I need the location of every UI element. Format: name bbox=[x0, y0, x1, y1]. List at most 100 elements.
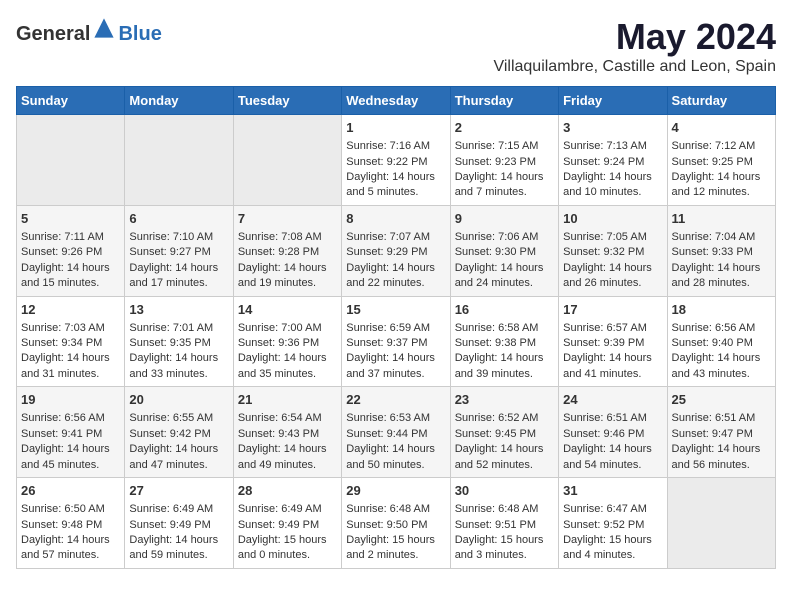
daylight-text: Daylight: 14 hours and 17 minutes. bbox=[129, 262, 218, 289]
sunrise-text: Sunrise: 7:04 AM bbox=[672, 231, 756, 243]
daylight-text: Daylight: 14 hours and 47 minutes. bbox=[129, 443, 218, 470]
table-row: 23 Sunrise: 6:52 AM Sunset: 9:45 PM Dayligh… bbox=[450, 387, 558, 478]
header-sunday: Sunday bbox=[17, 87, 125, 115]
day-number: 30 bbox=[455, 482, 554, 500]
day-number: 25 bbox=[672, 391, 771, 409]
day-number: 6 bbox=[129, 210, 228, 228]
day-number: 15 bbox=[346, 301, 445, 319]
daylight-text: Daylight: 15 hours and 2 minutes. bbox=[346, 534, 435, 561]
day-number: 3 bbox=[563, 119, 662, 137]
sunset-text: Sunset: 9:42 PM bbox=[129, 428, 210, 440]
table-row bbox=[17, 115, 125, 206]
table-row: 9Sunrise: 7:06 AMSunset: 9:30 PMDaylight… bbox=[450, 205, 558, 296]
daylight-text: Daylight: 14 hours and 15 minutes. bbox=[21, 262, 110, 289]
sunset-text: Sunset: 9:41 PM bbox=[21, 428, 102, 440]
sunset-text: Sunset: 9:25 PM bbox=[672, 156, 753, 168]
sunrise-text: Sunrise: 7:10 AM bbox=[129, 231, 213, 243]
sunset-text: Sunset: 9:23 PM bbox=[455, 156, 536, 168]
sunrise-text: Sunrise: 6:48 AM bbox=[346, 503, 430, 515]
header-saturday: Saturday bbox=[667, 87, 775, 115]
sunset-text: Sunset: 9:38 PM bbox=[455, 337, 536, 349]
month-title: May 2024 bbox=[493, 16, 776, 58]
daylight-text: Daylight: 14 hours and 33 minutes. bbox=[129, 352, 218, 379]
sunrise-text: Sunrise: 7:08 AM bbox=[238, 231, 322, 243]
table-row: 3Sunrise: 7:13 AMSunset: 9:24 PMDaylight… bbox=[559, 115, 667, 206]
table-row bbox=[233, 115, 341, 206]
sunset-text: Sunset: 9:34 PM bbox=[21, 337, 102, 349]
sunrise-text: Sunrise: 6:51 AM bbox=[563, 412, 647, 424]
sunset-text: Sunset: 9:49 PM bbox=[238, 519, 319, 531]
header-tuesday: Tuesday bbox=[233, 87, 341, 115]
table-row bbox=[125, 115, 233, 206]
daylight-text: Daylight: 14 hours and 12 minutes. bbox=[672, 171, 761, 198]
table-row: 4Sunrise: 7:12 AMSunset: 9:25 PMDaylight… bbox=[667, 115, 775, 206]
daylight-text: Daylight: 14 hours and 35 minutes. bbox=[238, 352, 327, 379]
sunrise-text: Sunrise: 6:53 AM bbox=[346, 412, 430, 424]
sunrise-text: Sunrise: 6:49 AM bbox=[238, 503, 322, 515]
day-number: 9 bbox=[455, 210, 554, 228]
daylight-text: Daylight: 15 hours and 4 minutes. bbox=[563, 534, 652, 561]
sunset-text: Sunset: 9:37 PM bbox=[346, 337, 427, 349]
location-title: Villaquilambre, Castille and Leon, Spain bbox=[493, 58, 776, 76]
day-number: 18 bbox=[672, 301, 771, 319]
day-number: 11 bbox=[672, 210, 771, 228]
table-row: 25Sunrise: 6:51 AMSunset: 9:47 PMDayligh… bbox=[667, 387, 775, 478]
table-row: 26Sunrise: 6:50 AMSunset: 9:48 PMDayligh… bbox=[17, 478, 125, 569]
day-number: 29 bbox=[346, 482, 445, 500]
day-number: 21 bbox=[238, 391, 337, 409]
daylight-text: Daylight: 14 hours and 59 minutes. bbox=[129, 534, 218, 561]
sunrise-text: Sunrise: 7:05 AM bbox=[563, 231, 647, 243]
daylight-text: Daylight: 14 hours and 19 minutes. bbox=[238, 262, 327, 289]
calendar-header-row: Sunday Monday Tuesday Wednesday Thursday… bbox=[17, 87, 776, 115]
sunset-text: Sunset: 9:29 PM bbox=[346, 246, 427, 258]
sunrise-text: Sunrise: 6:52 AM bbox=[455, 412, 539, 424]
sunset-text: Sunset: 9:32 PM bbox=[563, 246, 644, 258]
table-row: 22Sunrise: 6:53 AMSunset: 9:44 PMDayligh… bbox=[342, 387, 450, 478]
daylight-text: Daylight: 14 hours and 28 minutes. bbox=[672, 262, 761, 289]
header-thursday: Thursday bbox=[450, 87, 558, 115]
sunset-text: Sunset: 9:45 PM bbox=[455, 428, 536, 440]
sunset-text: Sunset: 9:28 PM bbox=[238, 246, 319, 258]
sunset-text: Sunset: 9:46 PM bbox=[563, 428, 644, 440]
table-row: 29 Sunrise: 6:48 AM Sunset: 9:50 PM Dayligh… bbox=[342, 478, 450, 569]
table-row: 2Sunrise: 7:15 AMSunset: 9:23 PMDaylight… bbox=[450, 115, 558, 206]
sunrise-text: Sunrise: 6:55 AM bbox=[129, 412, 213, 424]
sunset-text: Sunset: 9:24 PM bbox=[563, 156, 644, 168]
table-row: 10Sunrise: 7:05 AMSunset: 9:32 PMDayligh… bbox=[559, 205, 667, 296]
sunset-text: Sunset: 9:43 PM bbox=[238, 428, 319, 440]
calendar-week-row: 26Sunrise: 6:50 AMSunset: 9:48 PMDayligh… bbox=[17, 478, 776, 569]
daylight-text: Daylight: 14 hours and 31 minutes. bbox=[21, 352, 110, 379]
table-row: 11Sunrise: 7:04 AMSunset: 9:33 PMDayligh… bbox=[667, 205, 775, 296]
calendar-week-row: 12Sunrise: 7:03 AMSunset: 9:34 PMDayligh… bbox=[17, 296, 776, 387]
calendar-table: Sunday Monday Tuesday Wednesday Thursday… bbox=[16, 86, 776, 569]
calendar-week-row: 5Sunrise: 7:11 AMSunset: 9:26 PMDaylight… bbox=[17, 205, 776, 296]
day-number: 20 bbox=[129, 391, 228, 409]
daylight-text: Daylight: 14 hours and 45 minutes. bbox=[21, 443, 110, 470]
table-row: 20 Sunrise: 6:55 AM Sunset: 9:42 PM Dayligh… bbox=[125, 387, 233, 478]
sunrise-text: Sunrise: 7:16 AM bbox=[346, 140, 430, 152]
sunrise-text: Sunrise: 7:15 AM bbox=[455, 140, 539, 152]
title-block: May 2024 Villaquilambre, Castille and Le… bbox=[493, 16, 776, 76]
sunset-text: Sunset: 9:48 PM bbox=[21, 519, 102, 531]
day-number: 13 bbox=[129, 301, 228, 319]
sunset-text: Sunset: 9:50 PM bbox=[346, 519, 427, 531]
table-row: 31Sunrise: 6:47 AMSunset: 9:52 PMDayligh… bbox=[559, 478, 667, 569]
table-row: 28Sunrise: 6:49 AMSunset: 9:49 PMDayligh… bbox=[233, 478, 341, 569]
day-number: 27 bbox=[129, 482, 228, 500]
daylight-text: Daylight: 14 hours and 49 minutes. bbox=[238, 443, 327, 470]
daylight-text: Daylight: 14 hours and 52 minutes. bbox=[455, 443, 544, 470]
sunrise-text: Sunrise: 6:54 AM bbox=[238, 412, 322, 424]
day-number: 4 bbox=[672, 119, 771, 137]
sunset-text: Sunset: 9:44 PM bbox=[346, 428, 427, 440]
table-row: 8Sunrise: 7:07 AMSunset: 9:29 PMDaylight… bbox=[342, 205, 450, 296]
sunset-text: Sunset: 9:22 PM bbox=[346, 156, 427, 168]
daylight-text: Daylight: 14 hours and 54 minutes. bbox=[563, 443, 652, 470]
day-number: 23 bbox=[455, 391, 554, 409]
daylight-text: Daylight: 14 hours and 10 minutes. bbox=[563, 171, 652, 198]
table-row: 14Sunrise: 7:00 AMSunset: 9:36 PMDayligh… bbox=[233, 296, 341, 387]
sunset-text: Sunset: 9:52 PM bbox=[563, 519, 644, 531]
header-wednesday: Wednesday bbox=[342, 87, 450, 115]
day-number: 2 bbox=[455, 119, 554, 137]
sunrise-text: Sunrise: 6:50 AM bbox=[21, 503, 105, 515]
calendar-week-row: 19Sunrise: 6:56 AMSunset: 9:41 PMDayligh… bbox=[17, 387, 776, 478]
